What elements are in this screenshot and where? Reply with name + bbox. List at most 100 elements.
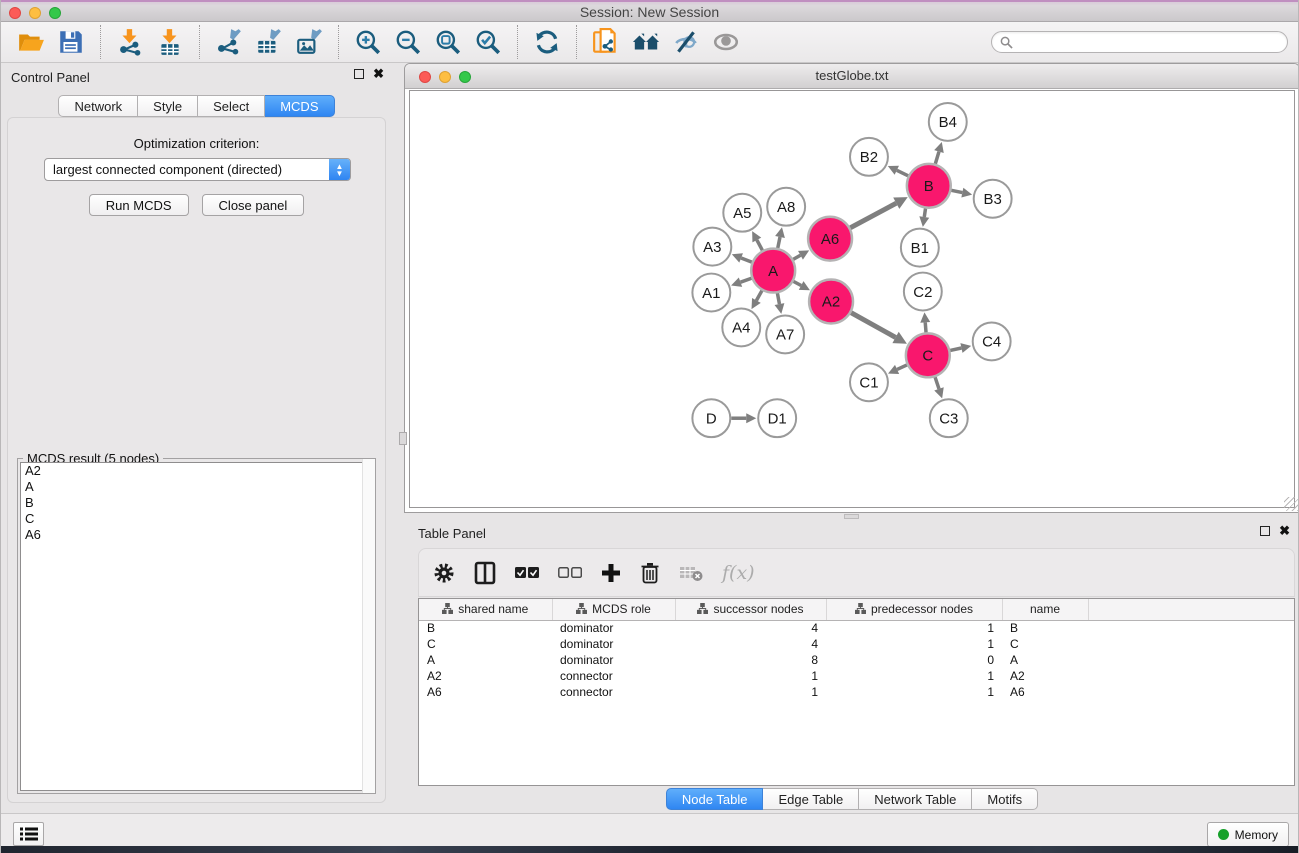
cell-predecessor-nodes[interactable]: 1: [826, 668, 1002, 684]
cell-MCDS-role[interactable]: dominator: [552, 636, 675, 652]
save-button[interactable]: [54, 25, 88, 59]
close-panel-button[interactable]: Close panel: [202, 194, 305, 216]
graph-edge-A2-C[interactable]: [851, 313, 895, 338]
zoom-fit-button[interactable]: [431, 25, 465, 59]
new-network-from-selection-button[interactable]: [589, 25, 623, 59]
cell-name[interactable]: A2: [1002, 668, 1088, 684]
mcds-result-list[interactable]: A2ABCA6: [20, 462, 373, 791]
add-column-button[interactable]: [601, 558, 621, 588]
graph-edge-A-A5[interactable]: [757, 240, 763, 250]
cell-shared-name[interactable]: C: [419, 636, 552, 652]
column-header-MCDS-role[interactable]: MCDS role: [552, 599, 675, 620]
cell-name[interactable]: A6: [1002, 684, 1088, 700]
graph-edge-A-A6[interactable]: [793, 255, 800, 259]
tab-style[interactable]: Style: [138, 95, 198, 117]
result-item[interactable]: B: [21, 495, 372, 511]
tab-motifs[interactable]: Motifs: [972, 788, 1038, 810]
cell-predecessor-nodes[interactable]: 1: [826, 636, 1002, 652]
cell-shared-name[interactable]: A2: [419, 668, 552, 684]
cell-predecessor-nodes[interactable]: 1: [826, 620, 1002, 636]
graph-edge-B-B3[interactable]: [951, 190, 962, 192]
network-canvas[interactable]: B4B2BB3A5A8A6B1A3AA1C2A2A4A7C4CC1C3DD1: [409, 90, 1295, 508]
cell-name[interactable]: B: [1002, 620, 1088, 636]
vertical-splitter-handle[interactable]: [399, 432, 407, 445]
task-history-button[interactable]: [13, 822, 44, 846]
table-settings-button[interactable]: [433, 558, 455, 588]
tab-network-table[interactable]: Network Table: [859, 788, 972, 810]
export-table-button[interactable]: [252, 25, 286, 59]
memory-button[interactable]: Memory: [1207, 822, 1289, 847]
cell-MCDS-role[interactable]: connector: [552, 668, 675, 684]
cell-successor-nodes[interactable]: 8: [675, 652, 826, 668]
resize-grip-icon[interactable]: [1284, 497, 1298, 511]
show-all-button[interactable]: [709, 25, 743, 59]
column-header-successor-nodes[interactable]: successor nodes: [675, 599, 826, 620]
cell-name[interactable]: A: [1002, 652, 1088, 668]
graph-edge-A-A8[interactable]: [778, 237, 780, 248]
cell-successor-nodes[interactable]: 1: [675, 684, 826, 700]
float-panel-icon[interactable]: [354, 69, 364, 79]
export-image-button[interactable]: [292, 25, 326, 59]
first-neighbors-button[interactable]: [629, 25, 663, 59]
tab-network[interactable]: Network: [58, 95, 138, 117]
cell-name[interactable]: C: [1002, 636, 1088, 652]
network-graph[interactable]: B4B2BB3A5A8A6B1A3AA1C2A2A4A7C4CC1C3DD1: [410, 91, 1294, 507]
cell-successor-nodes[interactable]: 1: [675, 668, 826, 684]
graph-edge-B-B1[interactable]: [924, 208, 925, 217]
refresh-button[interactable]: [530, 25, 564, 59]
deselect-all-columns-button[interactable]: [558, 558, 582, 588]
result-scrollbar[interactable]: [362, 459, 375, 793]
table-row[interactable]: A2connector11A2: [419, 668, 1294, 684]
function-builder-button[interactable]: f(x): [722, 558, 755, 588]
cell-MCDS-role[interactable]: connector: [552, 684, 675, 700]
import-table-button[interactable]: [153, 25, 187, 59]
open-file-button[interactable]: [14, 25, 48, 59]
graph-edge-A-A2[interactable]: [793, 281, 801, 285]
cell-shared-name[interactable]: A6: [419, 684, 552, 700]
graph-edge-C-C4[interactable]: [950, 348, 961, 350]
column-header-predecessor-nodes[interactable]: predecessor nodes: [826, 599, 1002, 620]
criterion-select[interactable]: largest connected component (directed) ▲…: [44, 158, 351, 181]
graph-edge-A-A1[interactable]: [740, 278, 751, 282]
graph-edge-C-C1[interactable]: [897, 365, 907, 370]
cell-predecessor-nodes[interactable]: 1: [826, 684, 1002, 700]
table-row[interactable]: Bdominator41B: [419, 620, 1294, 636]
column-header-shared-name[interactable]: shared name: [419, 599, 552, 620]
toggle-column-panel-button[interactable]: [474, 558, 496, 588]
table-row[interactable]: A6connector11A6: [419, 684, 1294, 700]
horizontal-splitter-handle[interactable]: [844, 514, 859, 519]
graph-edge-A6-B[interactable]: [850, 203, 896, 228]
run-mcds-button[interactable]: Run MCDS: [89, 194, 189, 216]
cell-successor-nodes[interactable]: 4: [675, 636, 826, 652]
export-network-button[interactable]: [212, 25, 246, 59]
table-row[interactable]: Cdominator41C: [419, 636, 1294, 652]
delete-columns-button[interactable]: [640, 558, 660, 588]
search-input[interactable]: [1018, 35, 1279, 49]
cell-shared-name[interactable]: A: [419, 652, 552, 668]
tab-select[interactable]: Select: [198, 95, 265, 117]
column-header-name[interactable]: name: [1002, 599, 1088, 620]
cell-shared-name[interactable]: B: [419, 620, 552, 636]
float-table-panel-icon[interactable]: [1260, 526, 1270, 536]
cell-MCDS-role[interactable]: dominator: [552, 652, 675, 668]
zoom-out-button[interactable]: [391, 25, 425, 59]
cell-MCDS-role[interactable]: dominator: [552, 620, 675, 636]
close-panel-icon[interactable]: ✖: [373, 69, 384, 79]
graph-edge-B-B2[interactable]: [897, 170, 908, 175]
close-table-panel-icon[interactable]: ✖: [1279, 526, 1290, 536]
graph-edge-B-B4[interactable]: [935, 152, 939, 164]
zoom-selected-button[interactable]: [471, 25, 505, 59]
graph-edge-C-C2[interactable]: [925, 322, 926, 332]
zoom-in-button[interactable]: [351, 25, 385, 59]
graph-edge-A-A3[interactable]: [741, 258, 752, 262]
table-row[interactable]: Adominator80A: [419, 652, 1294, 668]
result-item[interactable]: C: [21, 511, 372, 527]
tab-edge-table[interactable]: Edge Table: [763, 788, 859, 810]
hide-selected-button[interactable]: [669, 25, 703, 59]
result-item[interactable]: A: [21, 479, 372, 495]
select-all-columns-button[interactable]: [515, 558, 539, 588]
network-window-titlebar[interactable]: testGlobe.txt: [405, 64, 1299, 89]
cell-predecessor-nodes[interactable]: 0: [826, 652, 1002, 668]
import-network-button[interactable]: [113, 25, 147, 59]
graph-edge-A-A4[interactable]: [756, 291, 762, 301]
